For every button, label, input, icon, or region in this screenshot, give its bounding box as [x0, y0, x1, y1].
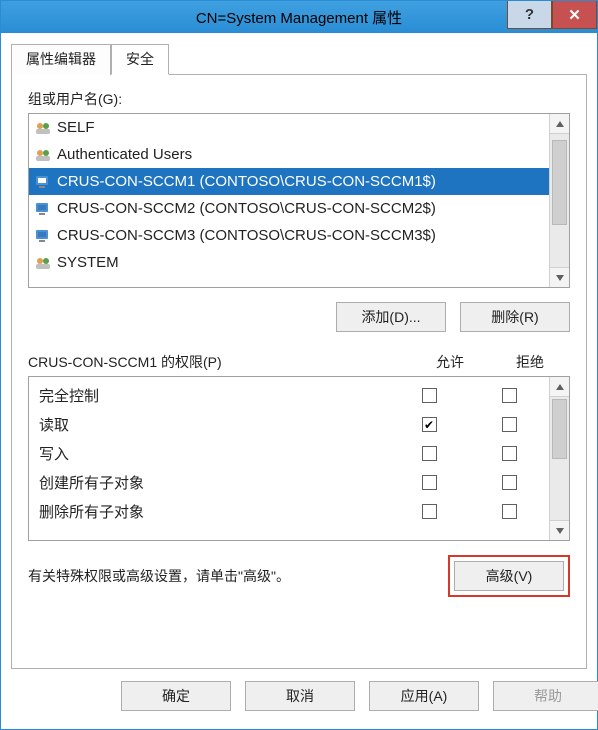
content-area: 属性编辑器 安全 组或用户名(G): SELF Authenticated Use… — [1, 33, 597, 729]
deny-checkbox[interactable] — [502, 475, 517, 490]
permissions-list-inner: 完全控制读取写入创建所有子对象删除所有子对象 — [29, 377, 549, 540]
allow-cell — [389, 417, 469, 432]
list-item[interactable]: CRUS-CON-SCCM2 (CONTOSO\CRUS-CON-SCCM2$) — [29, 195, 549, 222]
scroll-down-icon[interactable] — [550, 520, 569, 540]
allow-checkbox[interactable] — [422, 504, 437, 519]
permission-row: 读取 — [29, 410, 549, 439]
deny-checkbox[interactable] — [502, 446, 517, 461]
window-controls: ? ✕ — [507, 1, 597, 33]
computer-icon — [33, 173, 53, 191]
permission-name: 完全控制 — [39, 385, 389, 406]
deny-cell — [469, 475, 549, 490]
deny-cell — [469, 504, 549, 519]
allow-cell — [389, 504, 469, 519]
remove-button[interactable]: 删除(R) — [460, 302, 570, 332]
allow-checkbox[interactable] — [422, 417, 437, 432]
deny-cell — [469, 446, 549, 461]
allow-checkbox[interactable] — [422, 446, 437, 461]
permission-row: 删除所有子对象 — [29, 497, 549, 526]
help-button-icon[interactable]: ? — [507, 1, 552, 29]
security-panel: 组或用户名(G): SELF Authenticated Users CRUS-CO… — [11, 74, 587, 669]
tab-strip: 属性编辑器 安全 — [11, 43, 587, 74]
list-item-label: SELF — [57, 119, 95, 136]
groups-scrollbar[interactable] — [549, 114, 569, 287]
groups-buttons: 添加(D)... 删除(R) — [28, 302, 570, 332]
scroll-track[interactable] — [550, 134, 569, 267]
scroll-up-icon[interactable] — [550, 114, 569, 134]
ok-button[interactable]: 确定 — [121, 681, 231, 711]
list-item-label: Authenticated Users — [57, 146, 192, 163]
window-title: CN=System Management 属性 — [196, 7, 402, 28]
permission-row: 完全控制 — [29, 381, 549, 410]
scroll-thumb[interactable] — [552, 399, 567, 459]
deny-checkbox[interactable] — [502, 504, 517, 519]
deny-checkbox[interactable] — [502, 388, 517, 403]
list-item-label: CRUS-CON-SCCM3 (CONTOSO\CRUS-CON-SCCM3$) — [57, 227, 436, 244]
allow-header: 允许 — [410, 352, 490, 372]
advanced-row: 有关特殊权限或高级设置，请单击"高级"。 高级(V) — [28, 555, 570, 597]
allow-cell — [389, 446, 469, 461]
deny-cell — [469, 388, 549, 403]
deny-checkbox[interactable] — [502, 417, 517, 432]
tab-security[interactable]: 安全 — [111, 44, 169, 75]
scroll-down-icon[interactable] — [550, 267, 569, 287]
list-item-label: CRUS-CON-SCCM2 (CONTOSO\CRUS-CON-SCCM2$) — [57, 200, 436, 217]
group-icon — [33, 254, 53, 272]
list-item[interactable]: CRUS-CON-SCCM1 (CONTOSO\CRUS-CON-SCCM1$) — [29, 168, 549, 195]
groups-listbox[interactable]: SELF Authenticated Users CRUS-CON-SCCM1 (C… — [28, 113, 570, 288]
close-button[interactable]: ✕ — [552, 1, 597, 29]
permission-row: 写入 — [29, 439, 549, 468]
deny-cell — [469, 417, 549, 432]
deny-header: 拒绝 — [490, 352, 570, 372]
scroll-up-icon[interactable] — [550, 377, 569, 397]
permissions-scrollbar[interactable] — [549, 377, 569, 540]
permission-row: 创建所有子对象 — [29, 468, 549, 497]
allow-checkbox[interactable] — [422, 475, 437, 490]
groups-label: 组或用户名(G): — [28, 89, 570, 109]
scroll-thumb[interactable] — [552, 140, 567, 225]
cancel-button[interactable]: 取消 — [245, 681, 355, 711]
tab-attribute-editor[interactable]: 属性编辑器 — [11, 44, 111, 75]
computer-icon — [33, 227, 53, 245]
dialog-buttons: 确定 取消 应用(A) 帮助 — [111, 669, 587, 723]
apply-button[interactable]: 应用(A) — [369, 681, 479, 711]
list-item-label: SYSTEM — [57, 254, 119, 271]
permissions-header: CRUS-CON-SCCM1 的权限(P) 允许 拒绝 — [28, 352, 570, 372]
list-item[interactable]: SYSTEM — [29, 249, 549, 276]
permissions-listbox[interactable]: 完全控制读取写入创建所有子对象删除所有子对象 — [28, 376, 570, 541]
permission-name: 删除所有子对象 — [39, 501, 389, 522]
properties-dialog: CN=System Management 属性 ? ✕ 属性编辑器 安全 组或用… — [0, 0, 598, 730]
allow-cell — [389, 388, 469, 403]
permission-name: 创建所有子对象 — [39, 472, 389, 493]
list-item[interactable]: Authenticated Users — [29, 141, 549, 168]
list-item[interactable]: CRUS-CON-SCCM3 (CONTOSO\CRUS-CON-SCCM3$) — [29, 222, 549, 249]
allow-checkbox[interactable] — [422, 388, 437, 403]
permissions-label: CRUS-CON-SCCM1 的权限(P) — [28, 352, 410, 372]
computer-icon — [33, 200, 53, 218]
list-item-label: CRUS-CON-SCCM1 (CONTOSO\CRUS-CON-SCCM1$) — [57, 173, 436, 190]
permission-name: 写入 — [39, 443, 389, 464]
advanced-highlight: 高级(V) — [448, 555, 570, 597]
advanced-button[interactable]: 高级(V) — [454, 561, 564, 591]
list-item[interactable]: SELF — [29, 114, 549, 141]
add-button[interactable]: 添加(D)... — [336, 302, 446, 332]
groups-list-inner: SELF Authenticated Users CRUS-CON-SCCM1 (C… — [29, 114, 549, 287]
group-icon — [33, 146, 53, 164]
titlebar[interactable]: CN=System Management 属性 ? ✕ — [1, 1, 597, 33]
scroll-track[interactable] — [550, 397, 569, 520]
advanced-text: 有关特殊权限或高级设置，请单击"高级"。 — [28, 566, 448, 586]
permission-name: 读取 — [39, 414, 389, 435]
group-icon — [33, 119, 53, 137]
allow-cell — [389, 475, 469, 490]
help-button[interactable]: 帮助 — [493, 681, 598, 711]
